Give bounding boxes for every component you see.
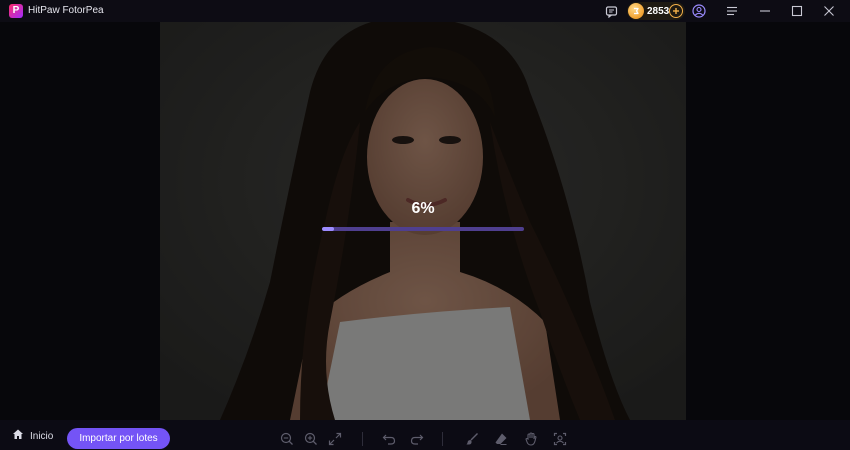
home-button[interactable]: Inicio bbox=[12, 428, 53, 444]
zoom-in-icon[interactable] bbox=[303, 431, 319, 447]
add-credits-icon[interactable] bbox=[669, 4, 683, 18]
app-title: HitPaw FotorPea bbox=[28, 5, 104, 16]
compare-icon[interactable] bbox=[552, 431, 568, 447]
app-logo: P bbox=[9, 4, 23, 18]
fit-screen-icon[interactable] bbox=[327, 431, 343, 447]
app-window: P HitPaw FotorPea 2853 6% Inicio Importa… bbox=[0, 0, 850, 450]
app-logo-letter: P bbox=[12, 5, 20, 16]
bottom-toolbar: Inicio Importar por lotes bbox=[0, 420, 850, 450]
undo-icon[interactable] bbox=[381, 431, 397, 447]
processing-overlay bbox=[160, 22, 686, 420]
hand-icon[interactable] bbox=[523, 431, 539, 447]
menu-icon[interactable] bbox=[724, 3, 740, 19]
toolbar-divider bbox=[442, 432, 443, 446]
brush-icon[interactable] bbox=[464, 431, 480, 447]
home-icon bbox=[12, 427, 24, 445]
progress-bar bbox=[322, 227, 524, 231]
credits-count: 2853 bbox=[647, 5, 670, 17]
eraser-icon[interactable] bbox=[493, 431, 509, 447]
coin-icon bbox=[628, 3, 644, 19]
account-icon[interactable] bbox=[691, 3, 707, 19]
editor-canvas: 6% bbox=[0, 22, 850, 420]
progress-percent: 6% bbox=[411, 200, 435, 217]
feedback-icon[interactable] bbox=[603, 3, 619, 19]
maximize-icon[interactable] bbox=[789, 3, 805, 19]
progress-bar-fill bbox=[322, 227, 335, 231]
close-icon[interactable] bbox=[821, 3, 837, 19]
toolbar-divider bbox=[362, 432, 363, 446]
portrait-photo: 6% bbox=[160, 22, 686, 420]
minimize-icon[interactable] bbox=[757, 3, 773, 19]
redo-icon[interactable] bbox=[409, 431, 425, 447]
batch-import-button[interactable]: Importar por lotes bbox=[67, 428, 170, 449]
title-bar: P HitPaw FotorPea 2853 bbox=[0, 0, 850, 22]
home-label: Inicio bbox=[30, 430, 54, 442]
zoom-out-icon[interactable] bbox=[279, 431, 295, 447]
